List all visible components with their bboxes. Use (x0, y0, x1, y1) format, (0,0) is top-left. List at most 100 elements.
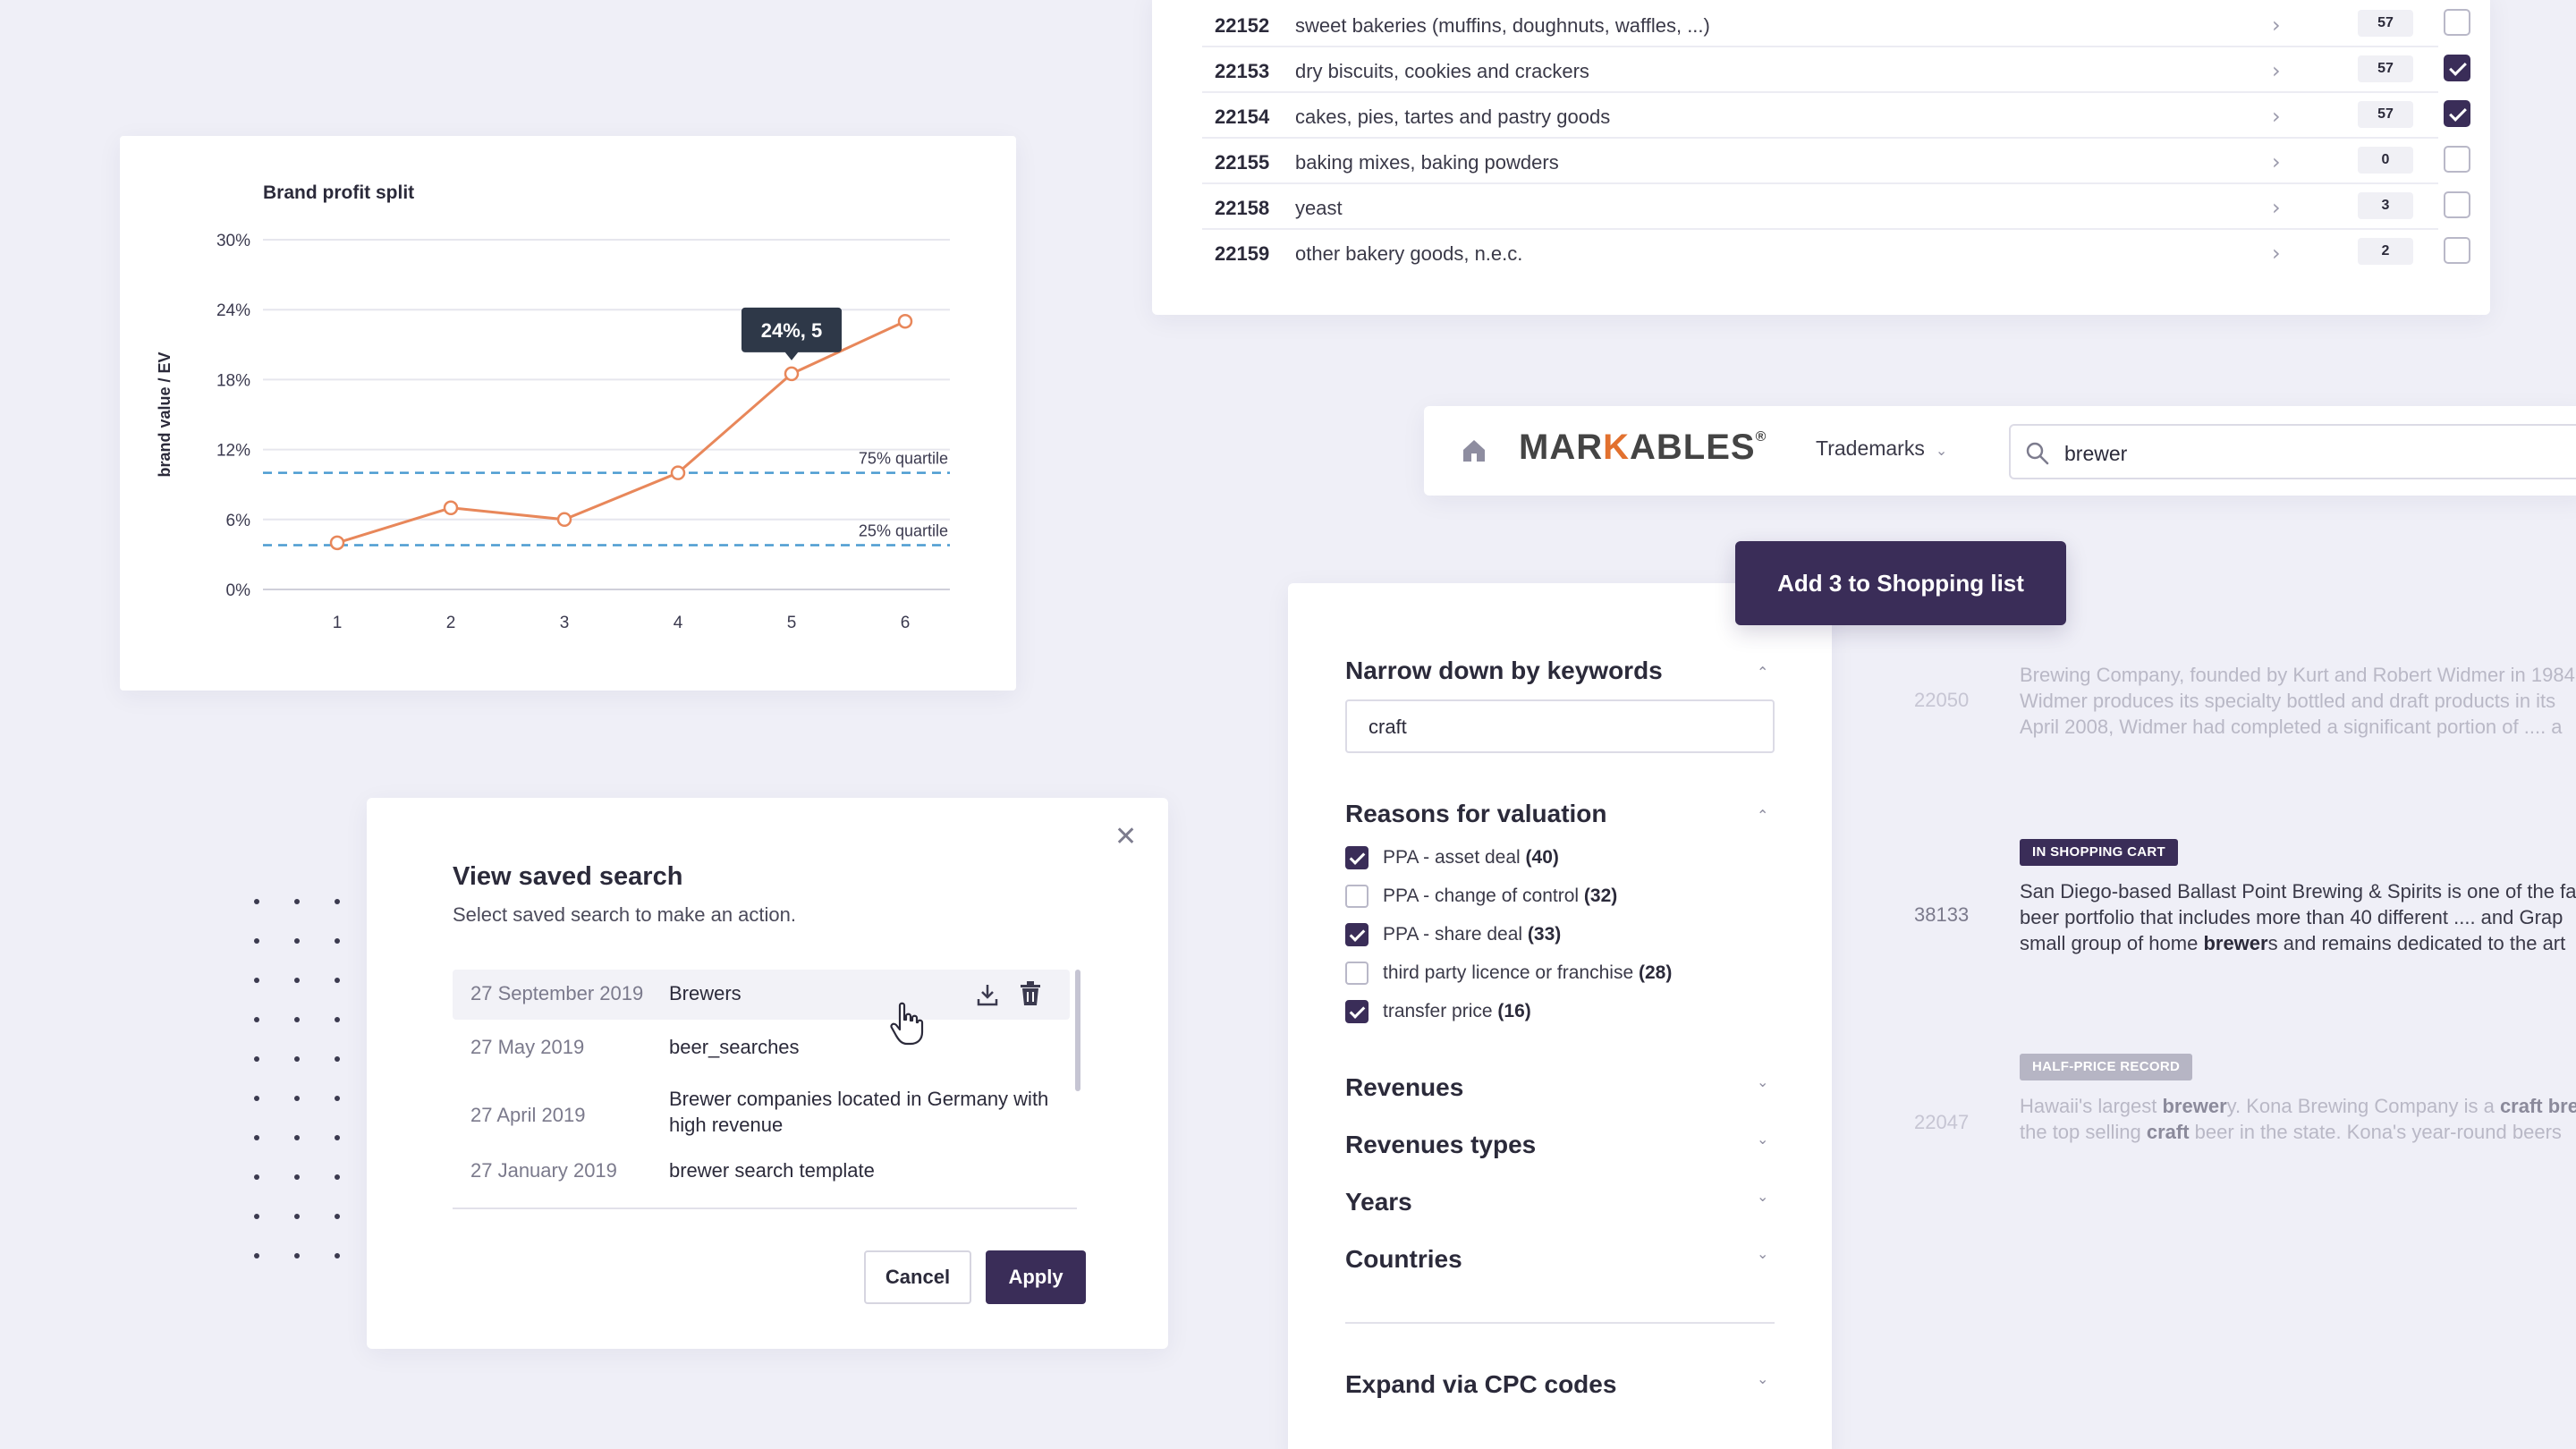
result-item[interactable]: 22050 Brewing Company, founded by Kurt a… (1914, 662, 2576, 751)
decorative-dot (294, 1096, 300, 1101)
row-checkbox[interactable] (2444, 146, 2470, 173)
decorative-dot (335, 938, 340, 944)
chevron-down-icon[interactable]: ⌄ (1757, 1131, 1768, 1148)
checkbox[interactable] (1345, 923, 1368, 946)
snippet-text: y. Kona Brewing Company is a (2226, 1095, 2500, 1117)
row-checkbox[interactable] (2444, 191, 2470, 218)
table-row[interactable]: 22158 yeast › 3 (1202, 184, 2470, 230)
years-section-title[interactable]: Years (1345, 1188, 1412, 1216)
checkbox[interactable] (1345, 962, 1368, 985)
chevron-right-icon[interactable]: › (2272, 195, 2281, 220)
decorative-dot (254, 1056, 259, 1062)
data-point (443, 500, 459, 516)
revenue-types-section-title[interactable]: Revenues types (1345, 1131, 1536, 1159)
snippet-line: beer portfolio that includes more than 4… (2020, 906, 2563, 928)
x-tick-label: 6 (901, 614, 911, 632)
chevron-right-icon[interactable]: › (2272, 58, 2281, 83)
row-checkbox[interactable] (2444, 9, 2470, 36)
chevron-down-icon[interactable]: ⌄ (1757, 1370, 1768, 1387)
chevron-down-icon[interactable]: ⌄ (1757, 1073, 1768, 1090)
saved-search-row[interactable]: 27 January 2019 brewer search template (453, 1147, 1070, 1197)
saved-search-row[interactable]: 27 April 2019 Brewer companies located i… (453, 1082, 1070, 1141)
close-icon[interactable]: ✕ (1114, 821, 1137, 852)
home-icon[interactable] (1460, 436, 1488, 465)
result-item[interactable]: HALF-PRICE RECORD 22047 Hawaii's largest… (1914, 1054, 2576, 1152)
snippet-highlight: brewer (2203, 932, 2268, 954)
markables-logo[interactable]: MARKABLES® (1519, 428, 1767, 468)
line-chart: 0% 6% 12% 18% 24% 30% 1 2 3 4 5 6 Brand profit split… (156, 182, 950, 632)
y-tick-label: 0% (226, 581, 251, 600)
chevron-up-icon[interactable]: ⌃ (1757, 664, 1768, 681)
reason-count: (32) (1583, 886, 1618, 906)
reason-count: (16) (1497, 1001, 1531, 1021)
apply-button[interactable]: Apply (986, 1250, 1086, 1304)
result-snippet: Hawaii's largest brewery. Kona Brewing C… (2020, 1093, 2576, 1145)
chevron-down-icon[interactable]: ⌄ (1757, 1188, 1768, 1205)
chevron-right-icon[interactable]: › (2272, 13, 2281, 38)
decorative-dot (254, 1096, 259, 1101)
cancel-button[interactable]: Cancel (864, 1250, 971, 1304)
scrollbar[interactable] (1075, 970, 1080, 1091)
keywords-input[interactable]: craft (1345, 699, 1775, 753)
table-row[interactable]: 22155 baking mixes, baking powders › 0 (1202, 139, 2470, 184)
checkbox[interactable] (1345, 1000, 1368, 1023)
decorative-dot (335, 1096, 340, 1101)
category-table: 22152 sweet bakeries (muffins, doughnuts,… (1152, 0, 2490, 315)
table-row[interactable]: 22152 sweet bakeries (muffins, doughnuts,… (1202, 2, 2470, 47)
decorative-dot (294, 1017, 300, 1022)
cpc-section-title[interactable]: Expand via CPC codes (1345, 1370, 1616, 1399)
nav-trademarks-dropdown[interactable]: Trademarks ⌄ (1816, 436, 1947, 461)
snippet-text: small group of home (2020, 932, 2204, 954)
chevron-down-icon[interactable]: ⌄ (1757, 1245, 1768, 1262)
decorative-dot (294, 1174, 300, 1180)
data-point (897, 313, 913, 329)
row-checkbox[interactable] (2444, 55, 2470, 81)
y-axis-label: brand value / EV (156, 352, 174, 477)
countries-section-title[interactable]: Countries (1345, 1245, 1462, 1274)
saved-search-row[interactable]: 27 May 2019 beer_searches (453, 1023, 1070, 1073)
row-checkbox[interactable] (2444, 100, 2470, 127)
decorative-dot (254, 1253, 259, 1258)
filter-panel: Narrow down by keywords ⌃ craft Reasons … (1288, 583, 1832, 1449)
search-value: brewer (2064, 442, 2128, 465)
decorative-dot (294, 899, 300, 904)
category-code: 22153 (1215, 60, 1270, 82)
trash-icon[interactable] (1018, 980, 1043, 1007)
keywords-section-title[interactable]: Narrow down by keywords (1345, 657, 1663, 685)
saved-search-row[interactable]: 27 September 2019 Brewers (453, 970, 1070, 1020)
y-tick-label: 30% (216, 232, 250, 250)
checkbox[interactable] (1345, 846, 1368, 869)
checkbox[interactable] (1345, 885, 1368, 908)
decorative-dot (335, 1017, 340, 1022)
app-header: MARKABLES® Trademarks ⌄ brewer (1424, 406, 2576, 496)
snippet-text: the top selling (2020, 1121, 2147, 1143)
saved-search-date: 27 September 2019 (470, 982, 644, 1004)
chevron-up-icon[interactable]: ⌃ (1757, 807, 1768, 824)
add-to-shopping-list-button[interactable]: Add 3 to Shopping list (1735, 541, 2066, 625)
result-snippet: San Diego-based Ballast Point Brewing & … (2020, 878, 2576, 956)
row-checkbox[interactable] (2444, 237, 2470, 264)
decorative-dot (294, 938, 300, 944)
chevron-right-icon[interactable]: › (2272, 104, 2281, 129)
table-row[interactable]: 22159 other bakery goods, n.e.c. › 2 (1202, 230, 2470, 275)
x-tick-label: 5 (787, 614, 797, 632)
category-code: 22154 (1215, 106, 1270, 128)
table-row[interactable]: 22154 cakes, pies, tartes and pastry good… (1202, 93, 2470, 139)
reasons-section-title[interactable]: Reasons for valuation (1345, 800, 1607, 828)
download-icon[interactable] (975, 982, 1000, 1007)
logo-text-k: K (1603, 428, 1630, 467)
saved-search-name: beer_searches (669, 1036, 800, 1058)
reason-label: PPA - asset deal (1383, 847, 1521, 868)
data-point (784, 366, 800, 382)
snippet-text: s and remains dedicated to the art (2267, 932, 2566, 954)
chevron-right-icon[interactable]: › (2272, 241, 2281, 266)
snippet-line: Widmer produces its specialty bottled an… (2020, 690, 2556, 712)
x-tick-label: 3 (560, 614, 570, 632)
series-line (336, 319, 906, 545)
search-input[interactable]: brewer (2009, 424, 2576, 479)
revenues-section-title[interactable]: Revenues (1345, 1073, 1463, 1102)
chevron-right-icon[interactable]: › (2272, 149, 2281, 174)
table-row[interactable]: 22153 dry biscuits, cookies and crackers ›… (1202, 47, 2470, 93)
result-item[interactable]: IN SHOPPING CART 38133 San Diego-based B… (1914, 839, 2576, 964)
y-tick-label: 12% (216, 442, 250, 461)
